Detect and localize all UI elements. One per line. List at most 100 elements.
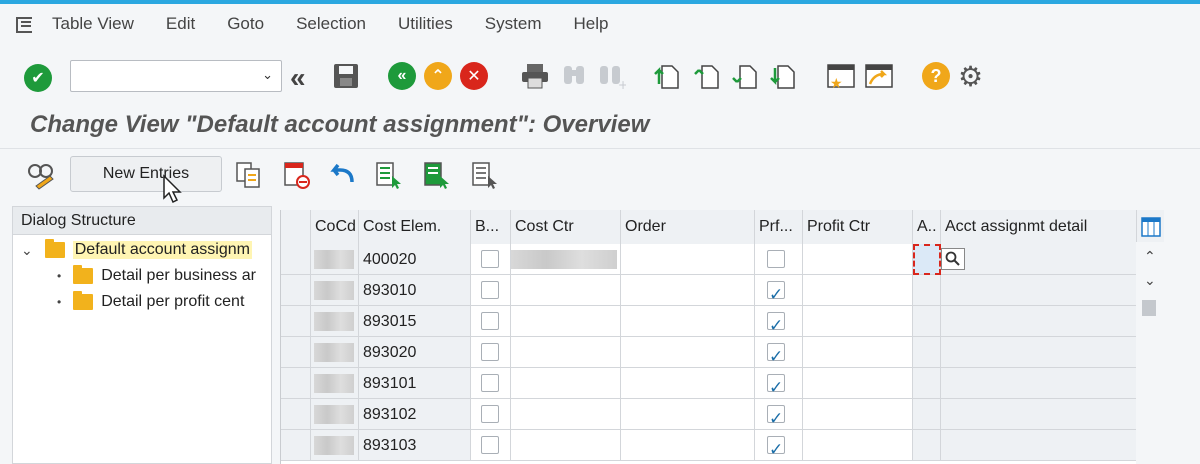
prf-checkbox[interactable] — [767, 279, 785, 305]
b-checkbox[interactable] — [481, 405, 499, 423]
prf-checkbox[interactable] — [767, 434, 785, 460]
chevron-down-icon[interactable]: ⌄ — [262, 67, 273, 83]
deselect-all-icon[interactable] — [470, 160, 500, 190]
cell-order[interactable] — [621, 306, 755, 337]
cell-order[interactable] — [621, 244, 755, 275]
exit-icon[interactable]: ⌃ — [424, 62, 452, 90]
column-header-profit-ctr[interactable]: Profit Ctr — [803, 210, 913, 244]
row-selector[interactable] — [281, 399, 311, 430]
undo-icon[interactable] — [328, 160, 358, 190]
cell-order[interactable] — [621, 430, 755, 461]
cell-cost-ctr[interactable] — [511, 306, 621, 337]
delete-icon[interactable] — [282, 160, 312, 190]
cell-profit-ctr[interactable] — [803, 368, 913, 399]
cell-cost-ctr[interactable] — [511, 368, 621, 399]
last-page-icon[interactable] — [770, 62, 796, 90]
save-icon[interactable] — [332, 62, 360, 90]
cell-b[interactable] — [471, 430, 511, 461]
cell-cost-ctr[interactable] — [511, 337, 621, 368]
next-page-icon[interactable] — [732, 62, 758, 90]
cell-b[interactable] — [471, 306, 511, 337]
print-icon[interactable] — [520, 62, 550, 90]
new-entries-button[interactable]: New Entries — [70, 156, 222, 192]
scroll-down-icon[interactable]: ⌄ — [1144, 272, 1156, 289]
cell-profit-ctr[interactable] — [803, 244, 913, 275]
tree-node-default-account[interactable]: ⌄ Default account assignm — [21, 237, 252, 263]
cell-prf[interactable] — [755, 368, 803, 399]
cell-profit-ctr[interactable] — [803, 337, 913, 368]
row-selector[interactable] — [281, 368, 311, 399]
column-header-cocd[interactable]: CoCd — [311, 210, 359, 244]
new-session-icon[interactable]: ★ — [826, 62, 856, 90]
enter-check-icon[interactable]: ✔ — [24, 64, 52, 92]
b-checkbox[interactable] — [481, 374, 499, 392]
cell-prf[interactable] — [755, 337, 803, 368]
cell-a[interactable] — [913, 244, 941, 275]
column-header-prf[interactable]: Prf... — [755, 210, 803, 244]
cell-acct-detail[interactable] — [941, 306, 1137, 337]
cell-a[interactable] — [913, 430, 941, 461]
prf-checkbox[interactable] — [767, 341, 785, 367]
cell-a[interactable] — [913, 368, 941, 399]
cell-b[interactable] — [471, 337, 511, 368]
prf-checkbox[interactable] — [767, 310, 785, 336]
cell-order[interactable] — [621, 399, 755, 430]
scroll-thumb[interactable] — [1142, 300, 1156, 316]
cell-acct-detail[interactable] — [941, 275, 1137, 306]
column-header-b[interactable]: B... — [471, 210, 511, 244]
cell-cost-ctr[interactable] — [511, 244, 621, 275]
b-checkbox[interactable] — [481, 250, 499, 268]
cell-acct-detail[interactable] — [941, 244, 1137, 275]
prf-checkbox[interactable] — [767, 403, 785, 429]
cell-acct-detail[interactable] — [941, 399, 1137, 430]
select-all-icon[interactable] — [374, 160, 404, 190]
column-header-a[interactable]: A.. — [913, 210, 941, 244]
gear-icon[interactable]: ⚙ — [958, 60, 983, 93]
menu-goto[interactable]: Goto — [227, 14, 264, 34]
tree-node-profit-center[interactable]: • Detail per profit cent — [57, 289, 244, 315]
cell-order[interactable] — [621, 275, 755, 306]
column-header-cost-ctr[interactable]: Cost Ctr — [511, 210, 621, 244]
table-settings-icon[interactable] — [1137, 210, 1164, 244]
b-checkbox[interactable] — [481, 312, 499, 330]
prf-checkbox[interactable] — [767, 372, 785, 398]
b-checkbox[interactable] — [481, 343, 499, 361]
scroll-up-icon[interactable]: ⌃ — [1144, 248, 1156, 265]
chevron-down-icon[interactable]: ⌄ — [21, 242, 33, 259]
cell-cost-ctr[interactable] — [511, 399, 621, 430]
first-page-icon[interactable] — [654, 62, 680, 90]
select-block-icon[interactable] — [422, 160, 452, 190]
menu-icon[interactable] — [16, 17, 34, 33]
cell-profit-ctr[interactable] — [803, 275, 913, 306]
cell-profit-ctr[interactable] — [803, 306, 913, 337]
command-field[interactable]: ⌄ — [70, 60, 282, 92]
cell-order[interactable] — [621, 337, 755, 368]
column-header-cost-elem[interactable]: Cost Elem. — [359, 210, 471, 244]
cell-order[interactable] — [621, 368, 755, 399]
menu-help[interactable]: Help — [573, 14, 608, 34]
cell-prf[interactable] — [755, 275, 803, 306]
b-checkbox[interactable] — [481, 281, 499, 299]
cell-cost-ctr[interactable] — [511, 275, 621, 306]
b-checkbox[interactable] — [481, 436, 499, 454]
row-selector[interactable] — [281, 275, 311, 306]
cell-cost-ctr[interactable] — [511, 430, 621, 461]
prf-checkbox[interactable] — [767, 250, 785, 268]
search-help-icon[interactable] — [941, 248, 965, 270]
row-selector[interactable] — [281, 306, 311, 337]
cell-profit-ctr[interactable] — [803, 430, 913, 461]
cell-a[interactable] — [913, 337, 941, 368]
cell-b[interactable] — [471, 275, 511, 306]
double-chevron-left-icon[interactable]: « — [290, 62, 306, 94]
menu-system[interactable]: System — [485, 14, 542, 34]
cancel-icon[interactable]: ✕ — [460, 62, 488, 90]
tree-node-business-area[interactable]: • Detail per business ar — [57, 263, 256, 289]
cell-b[interactable] — [471, 244, 511, 275]
cell-acct-detail[interactable] — [941, 337, 1137, 368]
cell-prf[interactable] — [755, 430, 803, 461]
menu-table-view[interactable]: Table View — [52, 14, 134, 34]
cell-profit-ctr[interactable] — [803, 399, 913, 430]
copy-as-icon[interactable] — [234, 160, 264, 190]
menu-edit[interactable]: Edit — [166, 14, 195, 34]
cell-acct-detail[interactable] — [941, 368, 1137, 399]
